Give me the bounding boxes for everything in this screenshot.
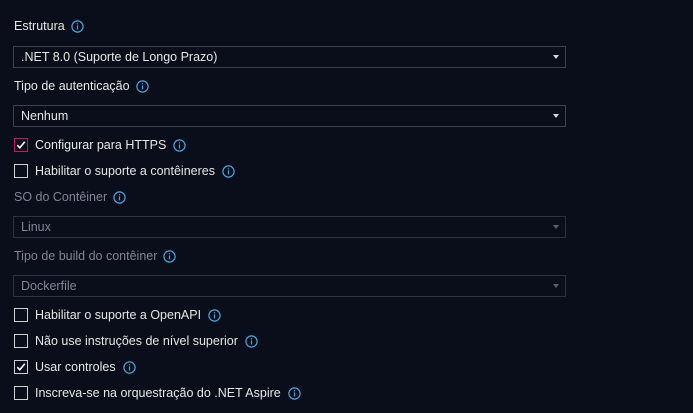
auth-label: Tipo de autenticação xyxy=(14,79,130,93)
containers-checkbox[interactable] xyxy=(14,164,28,178)
top-level-row: Não use instruções de nível superior xyxy=(14,332,258,350)
container-build-select: Dockerfile xyxy=(13,275,566,297)
chevron-down-icon xyxy=(553,225,559,229)
info-icon[interactable] xyxy=(113,190,126,204)
containers-row: Habilitar o suporte a contêineres xyxy=(14,162,235,180)
https-label[interactable]: Configurar para HTTPS xyxy=(35,138,166,152)
https-row: Configurar para HTTPS xyxy=(14,136,187,154)
containers-label[interactable]: Habilitar o suporte a contêineres xyxy=(35,164,215,178)
chevron-down-icon xyxy=(553,284,559,288)
framework-label: Estrutura xyxy=(14,19,65,33)
info-icon[interactable] xyxy=(208,308,221,322)
info-icon[interactable] xyxy=(173,138,187,152)
aspire-label[interactable]: Inscreva-se na orquestração do .NET Aspi… xyxy=(35,386,281,400)
top-level-label[interactable]: Não use instruções de nível superior xyxy=(35,334,238,348)
auth-select-value: Nenhum xyxy=(21,109,69,123)
container-build-select-value: Dockerfile xyxy=(21,279,77,293)
checkmark-icon xyxy=(16,141,26,149)
info-icon[interactable] xyxy=(222,164,235,178)
container-build-label-row: Tipo de build do contêiner xyxy=(14,247,177,265)
controllers-row: Usar controles xyxy=(14,358,136,376)
container-build-label: Tipo de build do contêiner xyxy=(14,249,158,263)
chevron-down-icon xyxy=(553,55,559,59)
info-icon[interactable] xyxy=(288,386,301,400)
container-os-select-value: Linux xyxy=(21,220,51,234)
https-checkbox[interactable] xyxy=(14,138,28,152)
info-icon[interactable] xyxy=(163,249,177,263)
aspire-row: Inscreva-se na orquestração do .NET Aspi… xyxy=(14,384,301,402)
auth-label-row: Tipo de autenticação xyxy=(14,77,149,95)
top-level-checkbox[interactable] xyxy=(14,334,28,348)
info-icon[interactable] xyxy=(122,360,136,374)
checkmark-icon xyxy=(16,363,26,371)
openapi-row: Habilitar o suporte a OpenAPI xyxy=(14,306,221,324)
info-icon[interactable] xyxy=(71,19,84,33)
openapi-checkbox[interactable] xyxy=(14,308,28,322)
framework-label-row: Estrutura xyxy=(14,17,84,35)
aspire-checkbox[interactable] xyxy=(14,386,28,400)
container-os-label-row: SO do Contêiner xyxy=(14,188,126,206)
container-os-select: Linux xyxy=(13,216,566,238)
container-os-label: SO do Contêiner xyxy=(14,190,108,204)
info-icon[interactable] xyxy=(245,334,258,348)
auth-select[interactable]: Nenhum xyxy=(13,105,566,127)
openapi-label[interactable]: Habilitar o suporte a OpenAPI xyxy=(35,308,201,322)
chevron-down-icon xyxy=(553,114,559,118)
info-icon[interactable] xyxy=(135,79,149,93)
controllers-checkbox[interactable] xyxy=(14,360,28,374)
framework-select[interactable]: .NET 8.0 (Suporte de Longo Prazo) xyxy=(13,46,566,68)
controllers-label[interactable]: Usar controles xyxy=(35,360,116,374)
framework-select-value: .NET 8.0 (Suporte de Longo Prazo) xyxy=(21,50,218,64)
